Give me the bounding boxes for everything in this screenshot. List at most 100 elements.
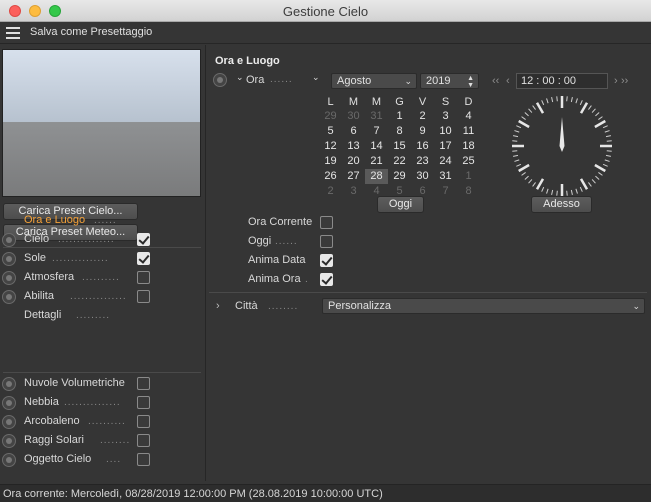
city-expand-icon[interactable]: › [216, 300, 220, 312]
calendar-day[interactable]: 30 [342, 109, 365, 124]
settings-row-dettagli[interactable]: Dettagli......... [0, 308, 200, 324]
effect-row-arcobaleno[interactable]: Arcobaleno.......... [0, 414, 200, 430]
calendar-day[interactable]: 7 [365, 124, 388, 139]
calendar-day[interactable]: 11 [457, 124, 480, 139]
ora-dropdown-icon[interactable]: ⌄ [312, 72, 320, 83]
clock-minute-tick [532, 105, 536, 110]
save-preset-menu-item[interactable]: Salva come Presettaggio [30, 26, 152, 38]
calendar-day[interactable]: 29 [319, 109, 342, 124]
calendar-day[interactable]: 14 [365, 139, 388, 154]
year-value: 2019 [426, 75, 451, 87]
row-radio[interactable] [2, 252, 16, 266]
row-radio[interactable] [2, 233, 16, 247]
calendar-day[interactable]: 3 [342, 184, 365, 199]
option-checkbox[interactable] [320, 254, 333, 267]
option-oggi[interactable]: Oggi...... [246, 235, 346, 251]
calendar-day[interactable]: 17 [434, 139, 457, 154]
settings-row-ora-e-luogo[interactable]: Ora e Luogo...... [0, 213, 200, 229]
effect-row-raggi-solari[interactable]: Raggi Solari........ [0, 433, 200, 449]
settings-row-atmosfera[interactable]: Atmosfera.......... [0, 270, 200, 286]
row-radio[interactable] [2, 271, 16, 285]
row-checkbox[interactable] [137, 453, 150, 466]
hamburger-menu-icon[interactable] [6, 27, 20, 39]
row-radio[interactable] [2, 377, 16, 391]
calendar-day[interactable]: 1 [457, 169, 480, 184]
ora-radio[interactable] [213, 73, 227, 87]
calendar-day[interactable]: 8 [457, 184, 480, 199]
calendar-day[interactable]: 5 [319, 124, 342, 139]
calendar-day[interactable]: 31 [434, 169, 457, 184]
calendar-day[interactable]: 7 [434, 184, 457, 199]
calendar-day[interactable]: 22 [388, 154, 411, 169]
month-select[interactable]: Agosto ⌄ [331, 73, 417, 89]
option-ora-corrente[interactable]: Ora Corrente [246, 216, 346, 232]
row-radio[interactable] [2, 290, 16, 304]
calendar-day[interactable]: 15 [388, 139, 411, 154]
row-checkbox[interactable] [137, 290, 150, 303]
year-spinner[interactable]: 2019 ▲ ▼ [420, 73, 479, 89]
calendar-day[interactable]: 9 [411, 124, 434, 139]
row-checkbox[interactable] [137, 252, 150, 265]
today-button[interactable]: Oggi [377, 196, 424, 213]
time-input[interactable]: 12 : 00 : 00 [516, 73, 608, 89]
calendar-day[interactable]: 21 [365, 154, 388, 169]
calendar-day[interactable]: 12 [319, 139, 342, 154]
settings-row-abilita[interactable]: Abilita............... [0, 289, 200, 305]
calendar-day[interactable]: 18 [457, 139, 480, 154]
calendar-day[interactable]: 3 [434, 109, 457, 124]
row-checkbox[interactable] [137, 377, 150, 390]
calendar-day[interactable]: 10 [434, 124, 457, 139]
now-button[interactable]: Adesso [531, 196, 592, 213]
clock-minute-tick [605, 154, 612, 157]
calendar-day[interactable]: 4 [457, 109, 480, 124]
calendar-day[interactable]: 25 [457, 154, 480, 169]
calendar-day[interactable]: 1 [388, 109, 411, 124]
row-radio[interactable] [2, 415, 16, 429]
option-checkbox[interactable] [320, 273, 333, 286]
row-checkbox[interactable] [137, 271, 150, 284]
row-radio[interactable] [2, 396, 16, 410]
selected-day[interactable]: 28 [365, 169, 388, 184]
settings-row-cielo[interactable]: Cielo............... [0, 232, 200, 248]
ora-expand-icon[interactable]: ⌄ [236, 72, 244, 83]
calendar-day[interactable]: 13 [342, 139, 365, 154]
calendar-day[interactable]: 23 [411, 154, 434, 169]
option-checkbox[interactable] [320, 235, 333, 248]
option-label: Oggi [248, 235, 272, 247]
row-radio[interactable] [2, 434, 16, 448]
clock-minute-tick [556, 190, 558, 196]
double-left-arrow-icon[interactable]: ‹‹ [492, 75, 499, 87]
right-arrow-icon[interactable]: › [614, 75, 618, 87]
calendar-day[interactable]: 20 [342, 154, 365, 169]
calendar-day[interactable]: 26 [319, 169, 342, 184]
analog-clock[interactable] [511, 95, 613, 197]
effect-row-oggetto-cielo[interactable]: Oggetto Cielo.... [0, 452, 200, 468]
calendar-day[interactable]: 30 [411, 169, 434, 184]
calendar-day[interactable]: 27 [342, 169, 365, 184]
double-right-arrow-icon[interactable]: ›› [621, 75, 628, 87]
clock-minute-tick [595, 112, 600, 117]
calendar-day[interactable]: 6 [342, 124, 365, 139]
calendar-day[interactable]: 16 [411, 139, 434, 154]
settings-row-sole[interactable]: Sole............... [0, 251, 200, 267]
calendar-day[interactable]: 19 [319, 154, 342, 169]
row-checkbox[interactable] [137, 434, 150, 447]
calendar-day[interactable]: 2 [319, 184, 342, 199]
row-checkbox[interactable] [137, 415, 150, 428]
option-checkbox[interactable] [320, 216, 333, 229]
effect-row-nuvole-volumetriche[interactable]: Nuvole Volumetriche [0, 376, 200, 392]
calendar-day[interactable]: 24 [434, 154, 457, 169]
left-arrow-icon[interactable]: ‹ [506, 75, 510, 87]
row-checkbox[interactable] [137, 233, 150, 246]
option-anima-data[interactable]: Anima Data [246, 254, 346, 270]
calendar-day[interactable]: 29 [388, 169, 411, 184]
row-radio[interactable] [2, 453, 16, 467]
calendar-day[interactable]: 8 [388, 124, 411, 139]
calendar-day[interactable]: 2 [411, 109, 434, 124]
calendar-day[interactable]: 31 [365, 109, 388, 124]
city-select[interactable]: Personalizza ⌄ [322, 298, 645, 314]
clock-minute-tick [602, 125, 608, 129]
effect-row-nebbia[interactable]: Nebbia............... [0, 395, 200, 411]
row-checkbox[interactable] [137, 396, 150, 409]
option-anima-ora[interactable]: Anima Ora. [246, 273, 346, 289]
